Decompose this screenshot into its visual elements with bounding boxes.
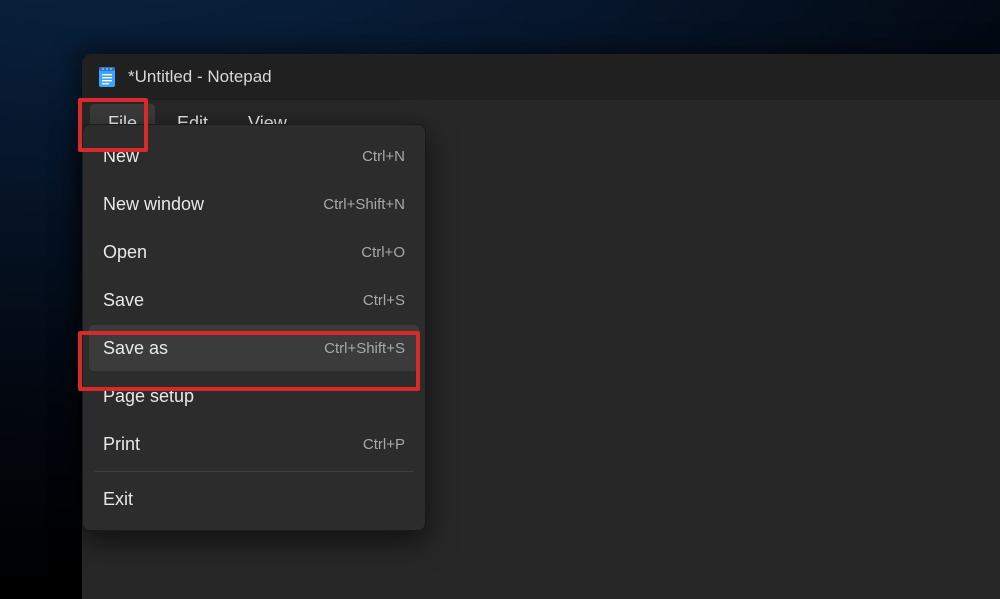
notepad-window: *Untitled - Notepad File Edit View r.App…: [82, 54, 1000, 599]
menu-item-shortcut: Ctrl+O: [361, 244, 405, 261]
menu-item-label: Page setup: [103, 386, 194, 407]
menu-item-shortcut: Ctrl+N: [362, 148, 405, 165]
menu-item-shortcut: Ctrl+S: [363, 292, 405, 309]
menu-item-label: New window: [103, 194, 204, 215]
menu-item-label: Save: [103, 290, 144, 311]
file-menu-exit[interactable]: Exit: [89, 476, 419, 522]
file-menu-print[interactable]: Print Ctrl+P: [89, 421, 419, 467]
notepad-icon: [98, 67, 116, 87]
menu-item-label: Exit: [103, 489, 133, 510]
menu-item-shortcut: Ctrl+Shift+S: [324, 340, 405, 357]
menu-item-label: New: [103, 146, 139, 167]
menu-item-shortcut: Ctrl+P: [363, 436, 405, 453]
menu-item-label: Print: [103, 434, 140, 455]
menu-item-shortcut: Ctrl+Shift+N: [323, 196, 405, 213]
file-menu-save-as[interactable]: Save as Ctrl+Shift+S: [89, 325, 419, 371]
menu-separator: [95, 471, 413, 472]
title-bar: *Untitled - Notepad: [82, 54, 1000, 100]
file-menu-dropdown: New Ctrl+N New window Ctrl+Shift+N Open …: [82, 124, 426, 531]
file-menu-page-setup[interactable]: Page setup: [89, 373, 419, 419]
file-menu-open[interactable]: Open Ctrl+O: [89, 229, 419, 275]
menu-item-label: Open: [103, 242, 147, 263]
window-title: *Untitled - Notepad: [128, 67, 272, 87]
menu-item-label: Save as: [103, 338, 168, 359]
file-menu-new[interactable]: New Ctrl+N: [89, 133, 419, 179]
file-menu-new-window[interactable]: New window Ctrl+Shift+N: [89, 181, 419, 227]
file-menu-save[interactable]: Save Ctrl+S: [89, 277, 419, 323]
